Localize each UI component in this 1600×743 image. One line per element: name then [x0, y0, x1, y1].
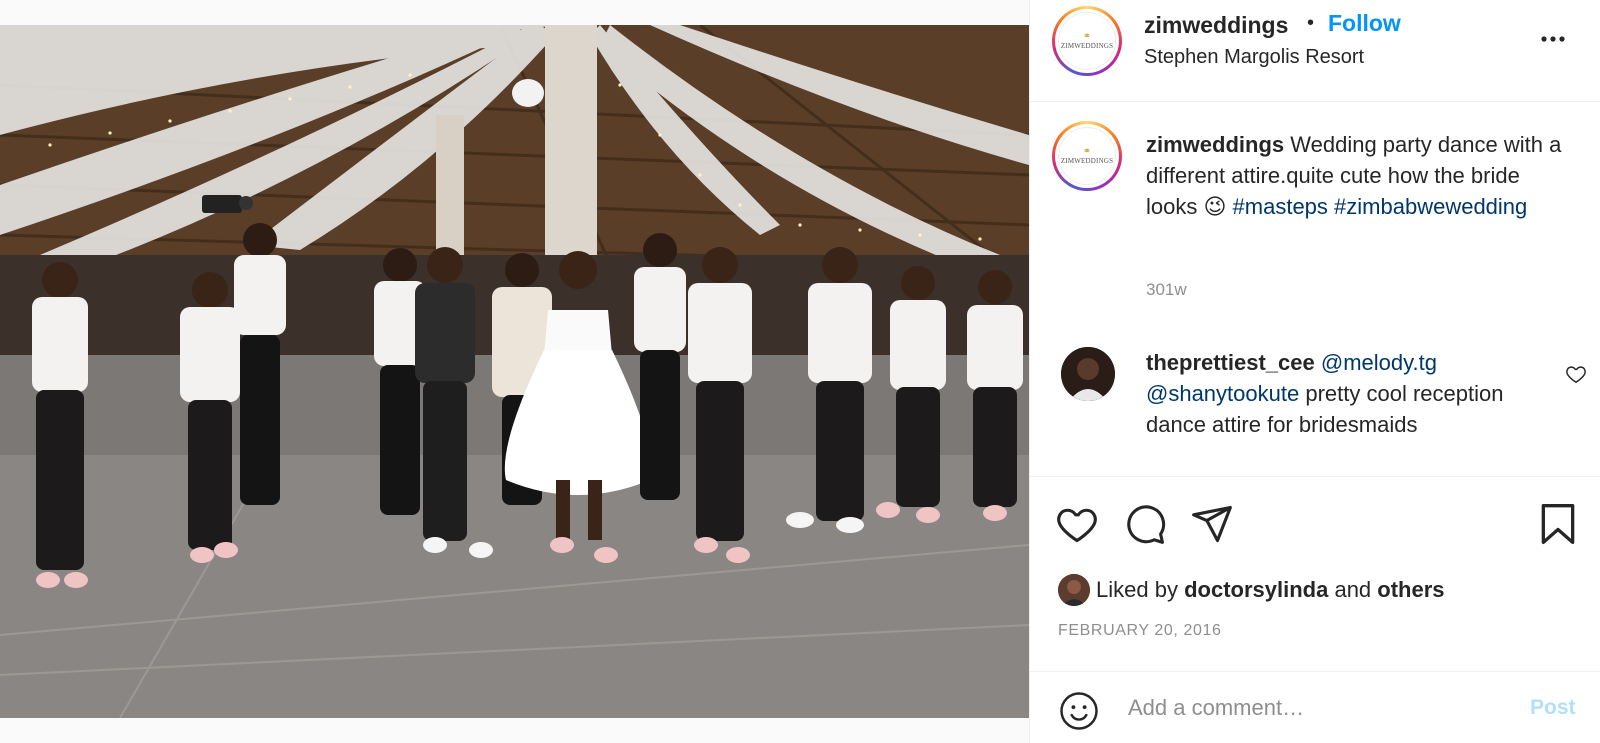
caption-avatar[interactable]: ⚭ ZIMWEDDINGS	[1052, 121, 1122, 191]
zimweddings-logo: ⚭ ZIMWEDDINGS	[1058, 127, 1116, 185]
hashtag-link[interactable]: #zimbabwewedding	[1334, 194, 1527, 219]
mention-link[interactable]: @shanytookute	[1146, 381, 1299, 406]
likes-summary: Liked by doctorsylinda and others	[1058, 572, 1445, 608]
comment-like-heart-icon[interactable]	[1565, 363, 1587, 385]
post-comment-button[interactable]: Post	[1530, 696, 1576, 720]
account-username[interactable]: zimweddings	[1144, 12, 1288, 39]
liker-avatar[interactable]	[1058, 574, 1090, 606]
logo-wordmark: ZIMWEDDINGS	[1060, 157, 1114, 165]
comment-bubble-icon[interactable]	[1122, 501, 1168, 547]
hashtag-link[interactable]: #masteps	[1233, 194, 1328, 219]
post-photo[interactable]	[0, 25, 1029, 718]
post-actions	[1030, 476, 1600, 566]
wedding-rings-icon: ⚭	[1082, 146, 1092, 157]
post-media-area	[0, 0, 1029, 743]
account-avatar[interactable]: ⚭ ZIMWEDDINGS	[1052, 6, 1122, 76]
post-header: ⚭ ZIMWEDDINGS zimweddings • Follow Steph…	[1030, 0, 1600, 102]
wedding-dance-photo	[0, 25, 1029, 718]
wedding-rings-icon: ⚭	[1082, 31, 1092, 42]
post-side-panel: ⚭ ZIMWEDDINGS zimweddings • Follow Steph…	[1029, 0, 1600, 743]
post-caption: zimweddings Wedding party dance with a d…	[1146, 129, 1566, 222]
emoji-smiley-icon[interactable]	[1058, 690, 1100, 732]
like-heart-icon[interactable]	[1054, 501, 1100, 547]
zimweddings-logo: ⚭ ZIMWEDDINGS	[1058, 12, 1116, 70]
post-date[interactable]: FEBRUARY 20, 2016	[1058, 622, 1221, 640]
likes-others-link[interactable]: others	[1377, 577, 1444, 602]
commenter-username[interactable]: theprettiest_cee	[1146, 350, 1315, 375]
caption-timestamp[interactable]: 301w	[1146, 280, 1187, 300]
share-paper-plane-icon[interactable]	[1189, 501, 1235, 547]
mention-link[interactable]: @melody.tg	[1321, 350, 1437, 375]
comment-input[interactable]	[1128, 688, 1498, 728]
likes-conjunction: and	[1334, 577, 1372, 602]
save-bookmark-icon[interactable]	[1535, 501, 1581, 547]
comments-section: ⚭ ZIMWEDDINGS zimweddings Wedding party …	[1030, 103, 1600, 476]
commenter-avatar[interactable]	[1061, 347, 1115, 401]
follow-button[interactable]: Follow	[1328, 10, 1401, 37]
more-options-icon[interactable]	[1538, 24, 1568, 54]
post-location[interactable]: Stephen Margolis Resort	[1144, 46, 1364, 69]
caption-username[interactable]: zimweddings	[1146, 132, 1284, 157]
comment: theprettiest_cee @melody.tg @shanytookut…	[1146, 347, 1546, 440]
logo-wordmark: ZIMWEDDINGS	[1060, 42, 1114, 50]
liker-username[interactable]: doctorsylinda	[1184, 577, 1328, 602]
add-comment-bar: Post	[1030, 671, 1600, 743]
likes-prefix: Liked by	[1096, 577, 1178, 602]
separator-dot: •	[1307, 12, 1315, 34]
